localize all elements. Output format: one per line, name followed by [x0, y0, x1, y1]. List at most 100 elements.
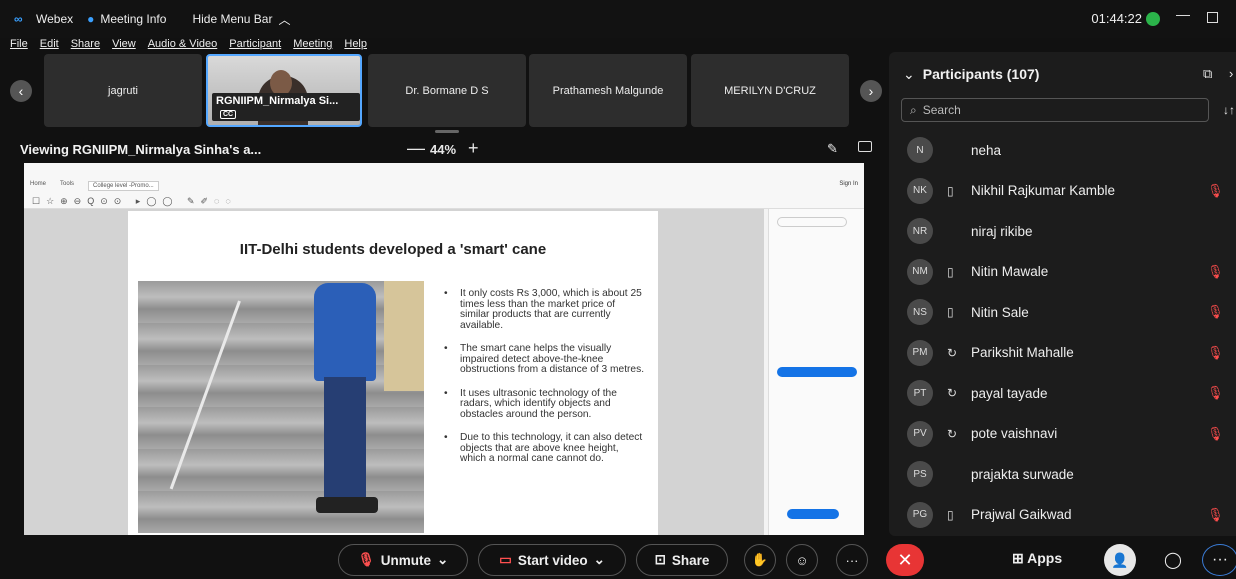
participant-row[interactable]: PT ↻ payal tayade 🎙 [889, 373, 1236, 414]
webex-logo-icon: ∞ [14, 12, 23, 26]
video-tile[interactable]: Dr. Bormane D S [368, 54, 526, 127]
video-tile[interactable]: Prathamesh Malgunde [529, 54, 687, 127]
avatar: NR [907, 218, 933, 245]
overflow-button[interactable]: ··· [1202, 544, 1236, 576]
panel-more-icon[interactable]: › [1229, 66, 1233, 81]
menu-meeting[interactable]: Meeting [293, 38, 332, 52]
chevron-down-icon: ⌄ [593, 552, 605, 567]
tile-name: Prathamesh Malgunde [552, 84, 664, 97]
participant-row[interactable]: NR niraj rikibe [889, 211, 1236, 252]
viewing-title: Viewing RGNIIPM_Nirmalya Sinha's a... [20, 142, 262, 157]
webex-menu[interactable]: ∞ Webex [14, 12, 73, 26]
muted-mic-icon[interactable]: 🎙 [1207, 345, 1224, 361]
acrobat-toolbar: Home Tools College level -Promo... Sign … [24, 163, 864, 209]
slide-page: IIT-Delhi students developed a 'smart' c… [128, 211, 658, 535]
menu-help[interactable]: Help [344, 38, 367, 52]
avatar: NM [907, 258, 933, 285]
participants-title: Participants (107) [922, 66, 1040, 82]
participant-row[interactable]: NM ▯ Nitin Mawale 🎙 [889, 252, 1236, 293]
strip-prev-button[interactable]: ‹ [10, 80, 32, 102]
participant-name: payal tayade [971, 385, 1048, 401]
participant-row[interactable]: NS ▯ Nitin Sale 🎙 [889, 292, 1236, 333]
zoom-out-button[interactable]: — [407, 138, 425, 159]
hide-menu-bar-button[interactable]: Hide Menu Bar ︿ [192, 11, 290, 28]
reactions-button[interactable]: ☺ [786, 544, 818, 576]
acrobat-tab-home: Home [30, 181, 47, 187]
participants-toggle-button[interactable]: 👤 [1104, 544, 1136, 576]
unmute-button[interactable]: 🎙 Unmute ⌄ [338, 544, 468, 576]
status-indicator-icon[interactable] [1146, 12, 1160, 26]
share-button[interactable]: ⊡ Share [636, 544, 728, 576]
photo-person-torso [314, 283, 376, 381]
participant-row[interactable]: NK ▯ Nikhil Rajkumar Kamble 🎙 [889, 171, 1236, 212]
video-off-icon: ▭ [499, 552, 512, 567]
video-strip: ‹ jagruti RGNIIPM_Nirmalya Si... CC Dr. B… [0, 52, 886, 128]
acrobat-search-box [777, 217, 847, 227]
strip-resize-handle[interactable] [435, 130, 459, 133]
slide-title: IIT-Delhi students developed a 'smart' c… [239, 241, 547, 258]
menu-edit[interactable]: Edit [40, 38, 59, 52]
muted-mic-icon[interactable]: 🎙 [1207, 304, 1224, 320]
participant-search-input[interactable]: ⌕ Search [901, 98, 1209, 122]
chat-icon[interactable]: ◯ [1164, 550, 1182, 570]
avatar: N [907, 137, 933, 164]
participant-row[interactable]: PG ▯ Prajwal Gaikwad 🎙 [889, 495, 1236, 536]
ellipsis-icon: ··· [845, 552, 859, 568]
more-options-button[interactable]: ··· [836, 544, 868, 576]
video-tile[interactable]: jagruti [44, 54, 202, 127]
video-tile[interactable]: MERILYN D'CRUZ [691, 54, 849, 127]
participant-row[interactable]: PV ↻ pote vaishnavi 🎙 [889, 414, 1236, 455]
device-icon: ▯ [947, 507, 954, 522]
menu-view[interactable]: View [112, 38, 136, 52]
annotate-icon[interactable]: ✎ [827, 141, 838, 157]
acrobat-tab-tools: Tools [60, 181, 75, 187]
strip-next-button[interactable]: › [860, 80, 882, 102]
minimize-icon[interactable]: — [1176, 6, 1190, 22]
chevron-up-icon: ︿ [278, 12, 291, 27]
share-toolbar: Viewing RGNIIPM_Nirmalya Sinha's a... — … [0, 138, 886, 160]
popout-icon[interactable] [858, 141, 872, 152]
apps-button[interactable]: ⊞ Apps [1012, 550, 1062, 567]
chevron-down-icon: ⌄ [903, 66, 915, 82]
zoom-in-button[interactable]: + [468, 138, 479, 159]
photo-person-shoes [316, 497, 378, 513]
leave-meeting-button[interactable]: ✕ [886, 544, 924, 576]
acrobat-sign-in: Sign In [839, 181, 858, 187]
popout-panel-icon[interactable]: ⧉ [1203, 66, 1212, 82]
participant-name: Parikshit Mahalle [971, 345, 1074, 361]
muted-mic-icon[interactable]: 🎙 [1207, 183, 1224, 199]
menu-audio-video[interactable]: Audio & Video [148, 38, 218, 52]
active-tile-name: RGNIIPM_Nirmalya Si... CC [212, 93, 360, 121]
muted-mic-icon[interactable]: 🎙 [1207, 385, 1224, 401]
sort-icon[interactable]: ↓↑ [1223, 103, 1235, 117]
device-icon: ▯ [947, 264, 954, 279]
participant-row[interactable]: PS prajakta surwade [889, 454, 1236, 495]
participant-row[interactable]: N neha [889, 130, 1236, 171]
photo-cane [169, 300, 241, 490]
chevron-left-icon: ‹ [18, 83, 24, 99]
participant-row[interactable]: PM ↻ Parikshit Mahalle 🎙 [889, 333, 1236, 374]
menu-file[interactable]: File [10, 38, 28, 52]
muted-mic-icon[interactable]: 🎙 [1207, 264, 1224, 280]
avatar: NK [907, 177, 933, 204]
raise-hand-button[interactable]: ✋ [744, 544, 776, 576]
slide-photo [138, 281, 424, 533]
info-icon: ● [87, 12, 95, 26]
participant-list: N neha NK ▯ Nikhil Rajkumar Kamble 🎙 NR … [889, 130, 1236, 535]
active-speaker-tile[interactable]: RGNIIPM_Nirmalya Si... CC [206, 54, 362, 127]
meeting-info-button[interactable]: ● Meeting Info [87, 12, 166, 26]
device-icon: ▯ [947, 183, 954, 198]
participants-header[interactable]: ⌄ Participants (107) [903, 66, 1039, 83]
avatar: PT [907, 380, 933, 407]
muted-mic-icon[interactable]: 🎙 [1207, 507, 1224, 523]
start-video-button[interactable]: ▭ Start video ⌄ [478, 544, 626, 576]
muted-mic-icon[interactable]: 🎙 [1207, 426, 1224, 442]
search-placeholder: Search [922, 103, 961, 117]
muted-mic-icon: 🎙 [357, 552, 375, 567]
maximize-icon[interactable] [1207, 12, 1218, 23]
webex-window: ∞ Webex ● Meeting Info Hide Menu Bar ︿ 0… [0, 0, 1236, 579]
menu-bar: File Edit Share View Audio & Video Parti… [0, 38, 367, 52]
menu-share[interactable]: Share [71, 38, 100, 52]
meeting-info-label: Meeting Info [100, 12, 167, 26]
menu-participant[interactable]: Participant [229, 38, 281, 52]
